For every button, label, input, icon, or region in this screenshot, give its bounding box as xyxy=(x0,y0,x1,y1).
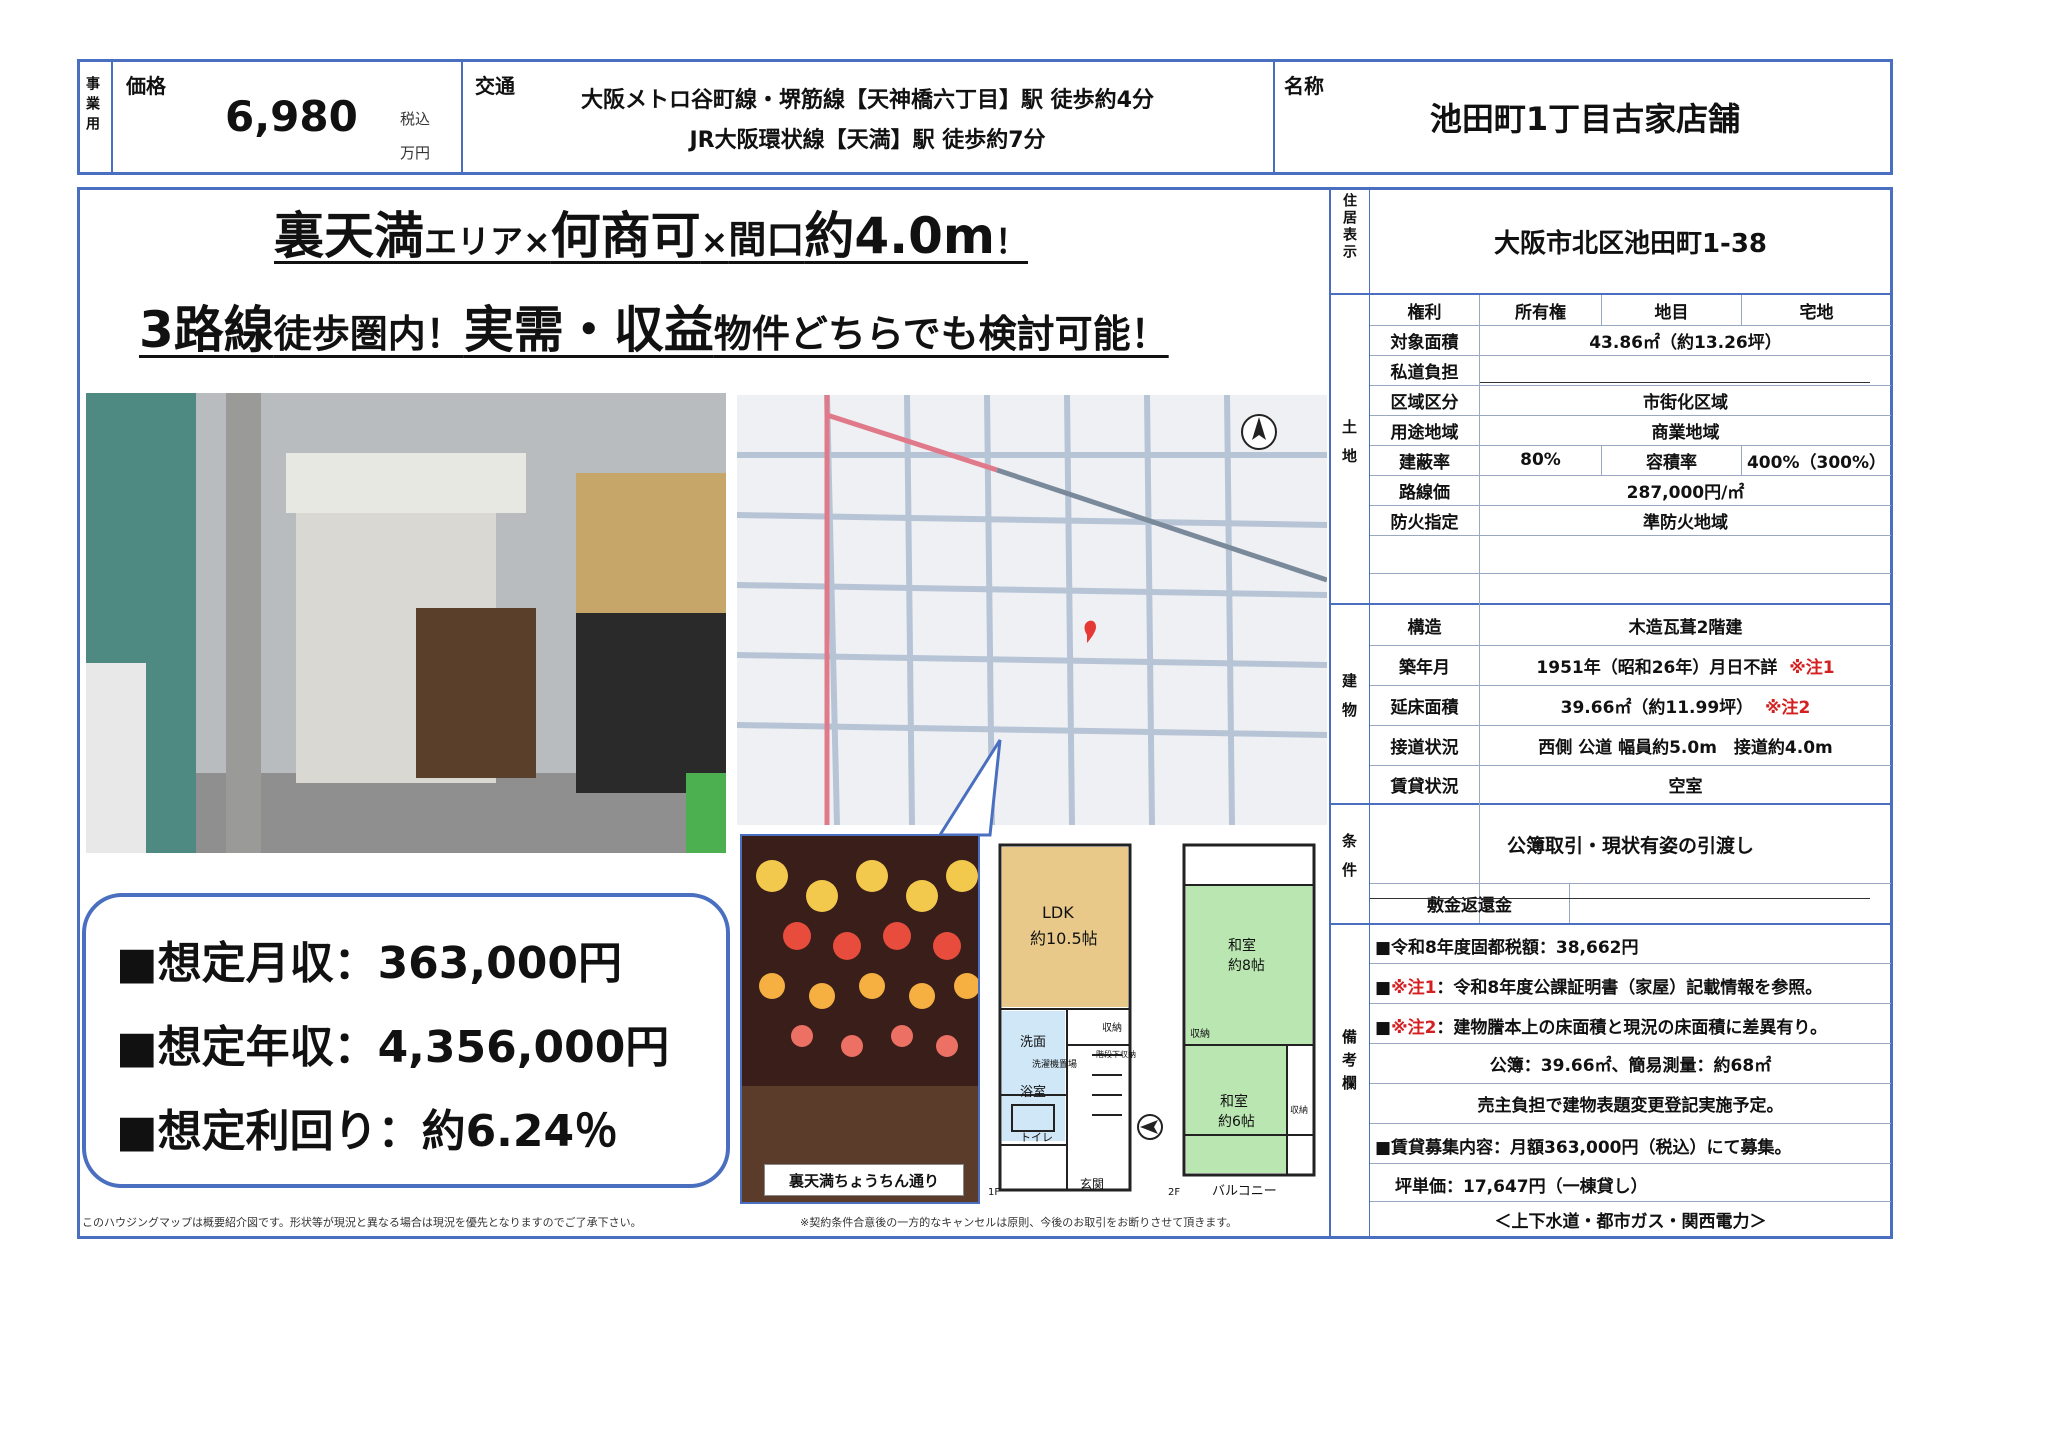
built-label: 築年月 xyxy=(1399,657,1450,678)
private-road-dash xyxy=(1480,382,1870,383)
toilet-label: トイレ xyxy=(1020,1131,1053,1144)
storage-label-2: 収納 xyxy=(1190,1029,1210,1040)
lantern-street-photo: 裏天満ちょうちん通り xyxy=(740,834,980,1204)
headline-line-1: 裏天満エリア×何商可×間口約4.0m！ xyxy=(274,207,1029,265)
area-map xyxy=(737,395,1327,825)
price-label: 価格 xyxy=(126,74,166,98)
washitsu-8-label: 和室 xyxy=(1228,938,1256,954)
income-box: ■想定月収：363,000円 ■想定年収：4,356,000円 ■想定利回り：約… xyxy=(82,893,730,1188)
floor-area-value: 39.66㎡（約11.99坪） ※注2 xyxy=(1560,697,1811,718)
remark-tax: ■令和8年度固都税額：38,662円 xyxy=(1375,938,1639,958)
floor-1f-label: 1F xyxy=(988,1187,1001,1198)
structure-label: 構造 xyxy=(1407,617,1442,638)
building-group-label: 建物 xyxy=(1340,673,1358,731)
use-value: 商業地域 xyxy=(1651,422,1720,443)
lantern-caption: 裏天満ちょうちん通り xyxy=(764,1164,964,1196)
ldk-label: LDK xyxy=(1042,903,1074,922)
header-bar: 事業用 価格 6,980 税込 万円 交通 大阪メトロ谷町線・堺筋線【天神橋六丁… xyxy=(77,59,1893,175)
remark-unit-price: 坪単価：17,647円（一棟貸し） xyxy=(1395,1177,1648,1197)
road-access-value: 西側 公道 幅員約5.0m 接道約4.0m xyxy=(1538,737,1833,758)
storage-label-3: 収納 xyxy=(1290,1106,1309,1116)
deposit-label: 敷金返還金 xyxy=(1427,895,1512,916)
footnote-right: ※契約条件合意後の一方的なキャンセルは原則、今後のお取引をお断りさせて頂きます。 xyxy=(800,1216,1238,1229)
storage-label-1: 収納 xyxy=(1102,1023,1122,1034)
price-value: 6,980 xyxy=(225,92,358,141)
annual-income: ■想定年収：4,356,000円 xyxy=(116,1022,670,1073)
access-line-2: JR大阪環状線【天満】駅 徒歩約7分 xyxy=(689,128,1046,153)
tax-label: 税込 xyxy=(400,110,431,128)
remark-note1: ■※注1：令和8年度公課証明書（家屋）記載情報を参照。 xyxy=(1375,978,1823,998)
monthly-income: ■想定月収：363,000円 xyxy=(116,938,622,989)
conditions-group-label: 条件 xyxy=(1340,833,1358,891)
expected-yield: ■想定利回り：約6.24％ xyxy=(116,1106,619,1157)
remark-note2: ■※注2：建物謄本上の床面積と現況の床面積に差異有り。 xyxy=(1375,1018,1828,1038)
address-group-label: 住居表示 xyxy=(1341,193,1357,261)
zone-label: 区域区分 xyxy=(1390,392,1459,413)
chimoku-value: 宅地 xyxy=(1799,302,1834,323)
type-label: 事業用 xyxy=(84,76,100,136)
floor-area-label: 延床面積 xyxy=(1390,697,1459,718)
property-name: 池田町1丁目古家店舗 xyxy=(1429,100,1741,138)
building-photo xyxy=(86,393,726,853)
headline-line-2: 3路線徒歩圏内！実需・収益物件どちらでも検討可能！ xyxy=(139,301,1169,359)
conditions-value: 公簿取引・現状有姿の引渡し xyxy=(1506,834,1754,857)
rights-label: 権利 xyxy=(1407,302,1442,323)
remarks-group-label: 備考欄 xyxy=(1340,1029,1358,1098)
washitsu-6-label: 和室 xyxy=(1220,1094,1248,1110)
bcr-label: 建蔽率 xyxy=(1399,452,1450,473)
area-value: 43.86㎡（約13.26坪） xyxy=(1589,332,1782,353)
footnote-left: このハウジングマップは概要紹介図です。形状等が現況と異なる場合は現況を優先となり… xyxy=(82,1216,642,1229)
far-value: 400%（300%） xyxy=(1746,452,1887,473)
land-group-label: 土地 xyxy=(1340,419,1358,477)
deposit-dash xyxy=(1370,898,1870,899)
remark-lease-offer: ■賃貸募集内容：月額363,000円（税込）にて募集。 xyxy=(1375,1138,1792,1158)
bath-label: 浴室 xyxy=(1020,1085,1047,1100)
far-label: 容積率 xyxy=(1646,452,1697,473)
zone-value: 市街化区域 xyxy=(1643,392,1728,413)
washitsu-8-size: 約8帖 xyxy=(1228,958,1265,974)
fire-value: 準防火地域 xyxy=(1643,512,1728,533)
remark-area-compare: 公簿：39.66㎡、簡易測量：約68㎡ xyxy=(1489,1055,1772,1076)
remark-registration: 売主負担で建物表題変更登記実施予定。 xyxy=(1477,1095,1784,1116)
washitsu-6-size: 約6帖 xyxy=(1218,1114,1255,1130)
remark-utilities: ＜上下水道・都市ガス・関西電力＞ xyxy=(1494,1211,1767,1232)
property-table: 住居表示 土地 建物 条件 備考欄 大阪市北区池田町1-38 権利 所有権 地目… xyxy=(1329,189,1891,1237)
chimoku-label: 地目 xyxy=(1654,302,1689,323)
road-price-label: 路線価 xyxy=(1399,482,1450,503)
balcony-label: バルコニー xyxy=(1212,1184,1277,1199)
floor-plan: LDK 約10.5帖 洗面 洗濯機置場 浴室 トイレ 玄関 収納 階段下収納 和… xyxy=(988,835,1322,1205)
bcr-value: 80% xyxy=(1520,450,1561,470)
area-label: 対象面積 xyxy=(1390,332,1459,353)
washroom-label: 洗面 xyxy=(1020,1035,1047,1050)
callout-pointer xyxy=(937,739,1002,837)
access-line-1: 大阪メトロ谷町線・堺筋線【天神橋六丁目】駅 徒歩約4分 xyxy=(581,88,1154,113)
ldk-size: 約10.5帖 xyxy=(1030,929,1098,948)
lease-value: 空室 xyxy=(1668,776,1703,797)
structure-value: 木造瓦葺2階建 xyxy=(1628,617,1743,638)
unit-label: 万円 xyxy=(400,144,431,162)
rights-value: 所有権 xyxy=(1515,302,1566,323)
washer-label: 洗濯機置場 xyxy=(1032,1060,1078,1070)
use-label: 用途地域 xyxy=(1390,422,1459,443)
built-value: 1951年（昭和26年）月日不詳 ※注1 xyxy=(1536,657,1835,678)
entrance-label: 玄関 xyxy=(1080,1177,1105,1191)
floor-2f-label: 2F xyxy=(1168,1187,1181,1198)
road-price-value: 287,000円/㎡ xyxy=(1626,482,1745,503)
fire-label: 防火指定 xyxy=(1390,512,1459,533)
stairs-storage-label: 階段下収納 xyxy=(1096,1050,1136,1059)
road-access-label: 接道状況 xyxy=(1390,737,1459,758)
lease-label: 賃貸状況 xyxy=(1390,776,1459,797)
address-value: 大阪市北区池田町1-38 xyxy=(1493,228,1768,259)
private-road-label: 私道負担 xyxy=(1390,362,1459,383)
